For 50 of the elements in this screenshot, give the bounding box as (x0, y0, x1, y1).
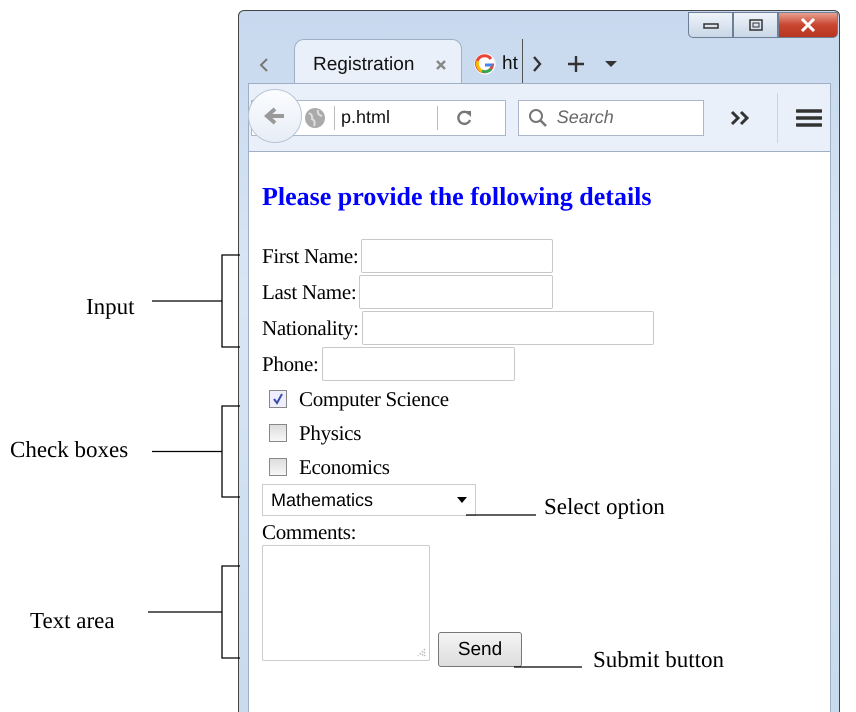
maximize-button[interactable] (733, 12, 778, 38)
resize-grip-icon[interactable] (416, 647, 426, 657)
checkbox[interactable] (269, 390, 287, 408)
reload-icon[interactable] (454, 108, 474, 128)
leader-line (514, 666, 582, 668)
callout-label: Input (86, 294, 135, 320)
leader-line (466, 514, 536, 516)
send-button[interactable]: Send (438, 632, 522, 667)
scroll-right-icon[interactable] (530, 55, 543, 73)
input-field[interactable] (361, 239, 554, 273)
dropdown-arrow-icon (457, 497, 467, 503)
search-field[interactable]: Search (518, 100, 704, 136)
arrow-left-icon (264, 106, 286, 126)
field-label: Phone: (262, 352, 319, 376)
field-label: Nationality: (262, 316, 359, 340)
tab-title: Registration (313, 54, 414, 76)
close-tab-icon[interactable] (435, 58, 447, 70)
input-field[interactable] (359, 275, 554, 309)
minimize-icon (702, 21, 718, 29)
callout-label: Text area (30, 608, 115, 634)
minimize-button[interactable] (688, 12, 733, 38)
new-tab-icon[interactable] (566, 55, 585, 73)
field-label: First Name: (262, 244, 358, 268)
maximize-icon (748, 19, 762, 31)
input-field[interactable] (322, 347, 515, 381)
callout-label: Submit button (593, 647, 724, 673)
close-icon (800, 18, 816, 32)
back-button[interactable] (248, 88, 302, 142)
field-label: Last Name: (262, 280, 356, 304)
callout-label: Select option (544, 494, 665, 520)
menu-icon[interactable] (796, 108, 822, 128)
close-button[interactable] (778, 12, 838, 38)
checkbox-label: Economics (299, 454, 390, 480)
tab-list-icon[interactable] (604, 60, 617, 68)
input-field[interactable] (362, 311, 654, 345)
search-icon (528, 108, 548, 128)
checkbox[interactable] (269, 424, 287, 442)
checkbox[interactable] (269, 458, 287, 476)
overflow-icon[interactable] (730, 110, 752, 126)
page-heading: Please provide the following details (262, 182, 653, 212)
checkbox-label: Physics (299, 420, 362, 446)
select-dropdown[interactable]: Mathematics (262, 484, 476, 516)
browser-tab[interactable]: Registration (294, 39, 462, 83)
tab-title: ht (502, 53, 518, 75)
comments-label: Comments: (262, 520, 358, 545)
g-logo-icon (474, 53, 496, 75)
checkbox-label: Computer Science (299, 386, 449, 412)
scroll-left-icon[interactable] (258, 57, 270, 73)
callout-label: Check boxes (10, 437, 128, 463)
globe-icon (304, 106, 326, 128)
